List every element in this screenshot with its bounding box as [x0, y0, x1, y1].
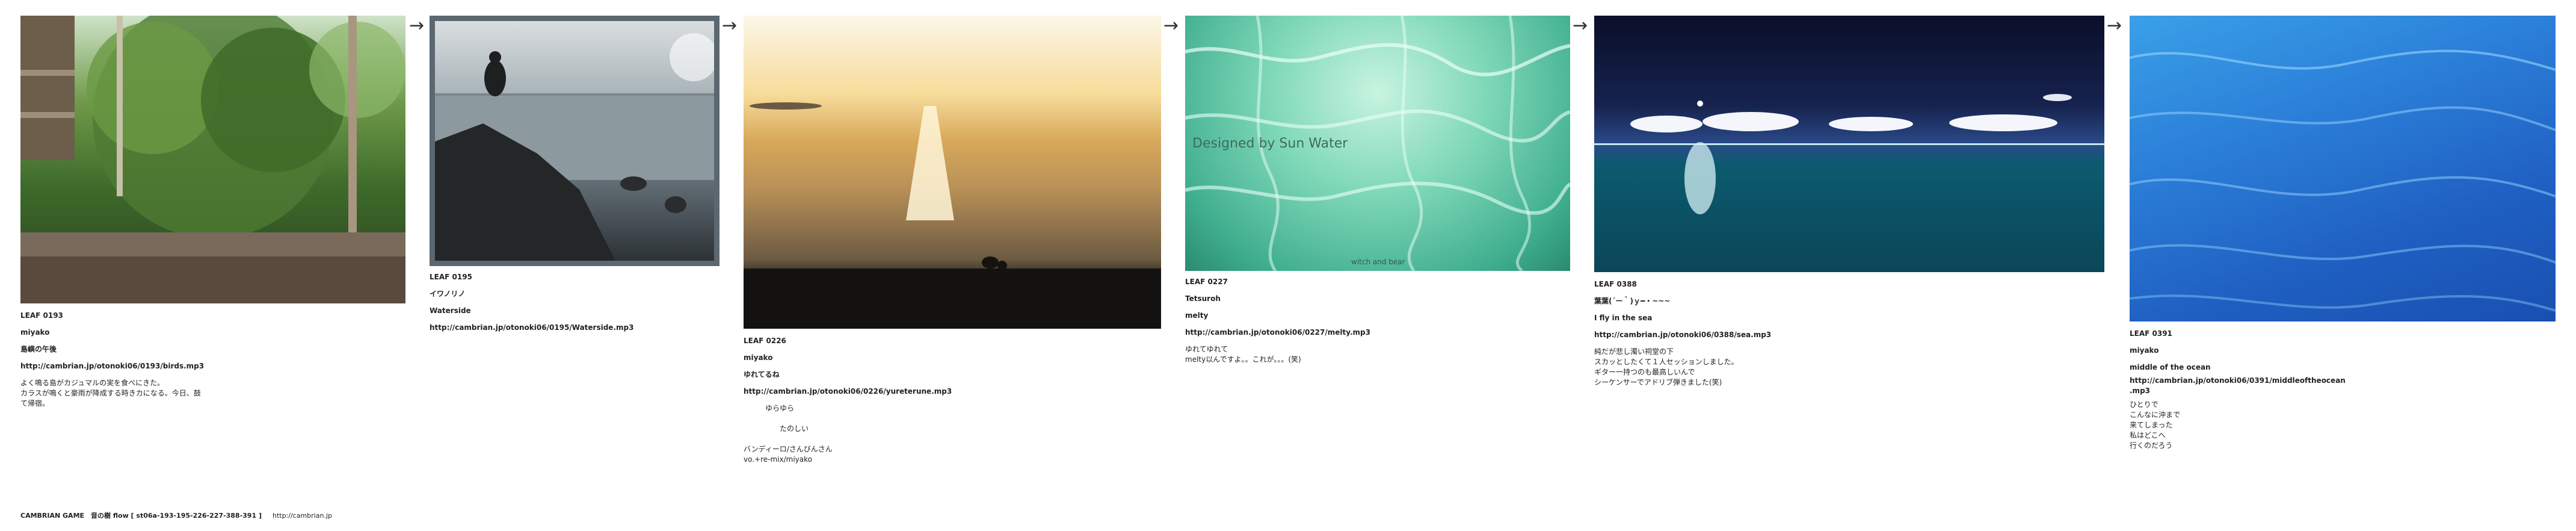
photo-waterside[interactable]: [430, 16, 719, 266]
leaf-title: melty: [1185, 311, 1209, 320]
flow-arrow-icon: →: [1163, 15, 1179, 36]
leaf-code: LEAF 0391: [2130, 329, 2172, 338]
leaf-code: LEAF 0388: [1594, 280, 1637, 288]
leaf-audio-link[interactable]: http://cambrian.jp/otonoki06/0193/birds.…: [20, 358, 405, 374]
leaf-0388: LEAF 0388 葉葉(´ー｀)ｙ━・~~~ I fly in the sea…: [1594, 16, 2104, 388]
leaf-code: LEAF 0227: [1185, 278, 1228, 286]
leaf-code: LEAF 0193: [20, 311, 63, 320]
leaf-0227: Designed by Sun Water witch and bear LEA…: [1185, 16, 1570, 365]
leaf-meta: LEAF 0193 miyako 島嶼の午後 http://cambrian.j…: [20, 307, 405, 409]
leaf-author: miyako: [2130, 346, 2159, 355]
leaf-author: 葉葉(´ー｀)ｙ━・~~~: [1594, 297, 1671, 305]
leaf-author: miyako: [20, 328, 50, 337]
flow-arrow-icon: →: [409, 15, 425, 36]
sunset-scene: [744, 102, 1161, 329]
overlay-title: Designed by Sun Water: [1192, 136, 1348, 151]
leaf-code: LEAF 0195: [430, 273, 472, 281]
sea-scene: [1594, 94, 2104, 214]
leaf-meta: LEAF 0226 miyako ゆれてるね http://cambrian.j…: [744, 332, 1161, 465]
leaf-audio-link[interactable]: http://cambrian.jp/otonoki06/0388/sea.mp…: [1594, 326, 2104, 343]
leaf-author: イワノリノ: [430, 290, 466, 298]
leaf-title: middle of the ocean: [2130, 363, 2211, 371]
leaf-title: 島嶼の午後: [20, 345, 57, 353]
ocean-waves: [2130, 49, 2556, 312]
leaf-meta: LEAF 0388 葉葉(´ー｀)ｙ━・~~~ I fly in the sea…: [1594, 276, 2104, 388]
leaf-audio-link[interactable]: http://cambrian.jp/otonoki06/0391/middle…: [2130, 376, 2556, 396]
leaf-author: miyako: [744, 353, 773, 362]
photo-melty-water[interactable]: Designed by Sun Water witch and bear: [1185, 16, 1570, 271]
flow-arrow-icon: →: [2107, 15, 2122, 36]
footer-flow-label: CAMBRIAN GAME 音の樹 flow [ st06a-193-195-2…: [20, 512, 262, 520]
leaf-meta: LEAF 0195 イワノリノ Waterside http://cambria…: [430, 269, 719, 336]
leaf-code: LEAF 0226: [744, 337, 786, 345]
photo-sea-horizon[interactable]: [1594, 16, 2104, 272]
leaf-meta: LEAF 0227 Tetsuroh melty http://cambrian…: [1185, 273, 1570, 365]
leaf-title: Waterside: [430, 306, 471, 315]
footer-site-link[interactable]: http://cambrian.jp: [273, 512, 332, 520]
leaf-audio-link[interactable]: http://cambrian.jp/otonoki06/0227/melty.…: [1185, 324, 1570, 341]
leaf-author: Tetsuroh: [1185, 294, 1221, 303]
leaf-0226: LEAF 0226 miyako ゆれてるね http://cambrian.j…: [744, 16, 1161, 465]
flow-arrow-icon: →: [722, 15, 738, 36]
waterside-scene: [435, 33, 714, 261]
leaf-description: ゆらゆら たのしい バンディーロ/さんびんさん vo.+re-mix/miyak…: [744, 404, 833, 464]
flow-arrow-icon: →: [1573, 15, 1588, 36]
footer: CAMBRIAN GAME 音の樹 flow [ st06a-193-195-2…: [20, 511, 332, 520]
leaf-0391: LEAF 0391 miyako middle of the ocean htt…: [2130, 16, 2556, 451]
leaf-title: ゆれてるね: [744, 370, 780, 379]
photo-deep-ocean[interactable]: [2130, 16, 2556, 321]
leaf-meta: LEAF 0391 miyako middle of the ocean htt…: [2130, 325, 2556, 451]
leaf-0195: LEAF 0195 イワノリノ Waterside http://cambria…: [430, 16, 719, 336]
photo-garden[interactable]: [20, 16, 405, 303]
leaf-audio-link[interactable]: http://cambrian.jp/otonoki06/0226/yurete…: [744, 383, 1161, 400]
photo-sunset-beach[interactable]: [744, 16, 1161, 329]
leaf-title: I fly in the sea: [1594, 314, 1653, 322]
leaf-description: 純だが悲し濁い祠堂の下 スカッとしたくて１人セッションしました。 ギター一持つの…: [1594, 347, 1739, 387]
leaf-description: ゆれてゆれて melty以んですよ。。これが。。。(笑): [1185, 345, 1301, 364]
garden-scene: [20, 16, 405, 303]
leaf-description: ひとりで こんなに沖まで 来てしまった 私はどこへ 行くのだろう: [2130, 400, 2181, 450]
leaf-0193: LEAF 0193 miyako 島嶼の午後 http://cambrian.j…: [20, 16, 405, 409]
overlay-credit: witch and bear: [1351, 258, 1405, 266]
leaf-description: よく鳴る島がカジュマルの実を食べにきた。 カラスが鳴くと豪雨が降成する時きカにな…: [20, 379, 201, 408]
leaf-audio-link[interactable]: http://cambrian.jp/otonoki06/0195/Waters…: [430, 319, 719, 336]
